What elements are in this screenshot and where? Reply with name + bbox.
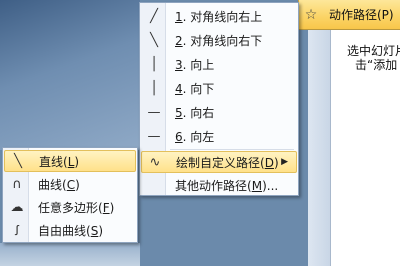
menu-item-diagonal-up[interactable]: ╱ 1. 对角线向右上: [141, 5, 297, 27]
menu-separator: [170, 149, 294, 150]
line-down-icon: │: [150, 80, 158, 96]
diagonal-up-icon: ╱: [150, 8, 158, 24]
motion-paths-label: 动作路径(P): [329, 8, 394, 22]
line-right-icon: —: [147, 104, 161, 120]
submenu-item-freeform[interactable]: ☁ 任意多边形(F): [4, 196, 136, 218]
motion-paths-ribbon-button[interactable]: ☆ 动作路径(P): [298, 0, 400, 30]
pane-hint-line1: 选中幻灯片: [347, 44, 400, 58]
menu-item-right[interactable]: — 5. 向右: [141, 101, 297, 123]
submenu-arrow-icon: ▶: [281, 157, 288, 167]
menu-item-draw-custom-path[interactable]: ∿ 绘制自定义路径(D) ▶: [141, 151, 297, 173]
curve-icon: ∩: [12, 176, 22, 192]
custom-path-submenu: ╲ 直线(L) ∩ 曲线(C) ☁ 任意多边形(F) ꭍ 自由曲线(S): [2, 147, 138, 243]
scribble-icon: ꭍ: [14, 224, 20, 239]
submenu-item-scribble[interactable]: ꭍ 自由曲线(S): [4, 219, 136, 241]
menu-item-left[interactable]: — 6. 向左: [141, 125, 297, 147]
diagonal-down-icon: ╲: [150, 32, 158, 48]
submenu-item-curve[interactable]: ∩ 曲线(C): [4, 173, 136, 195]
menu-item-diagonal-down[interactable]: ╲ 2. 对角线向右下: [141, 29, 297, 51]
menu-item-other-motion-paths[interactable]: 其他动作路径(M)...: [141, 174, 297, 196]
freeform-polygon-icon: ☁: [10, 199, 24, 215]
star-icon: ☆: [304, 6, 318, 23]
curve-icon: ∿: [149, 154, 161, 170]
submenu-item-line[interactable]: ╲ 直线(L): [4, 150, 136, 172]
pane-hint-line2: 击“添加: [355, 58, 398, 72]
slide-backdrop: [0, 0, 140, 150]
pane-divider: [308, 30, 330, 266]
motion-paths-menu: ╱ 1. 对角线向右上 ╲ 2. 对角线向右下 │ 3. 向上 │ 4. 向下 …: [139, 2, 299, 196]
line-left-icon: —: [147, 128, 161, 144]
menu-item-up[interactable]: │ 3. 向上: [141, 53, 297, 75]
custom-animation-pane: 选中幻灯片 击“添加: [330, 30, 400, 266]
straight-line-icon: ╲: [14, 153, 22, 169]
slide-backdrop-lower: [0, 243, 140, 266]
line-up-icon: │: [150, 56, 158, 72]
menu-item-down[interactable]: │ 4. 向下: [141, 77, 297, 99]
